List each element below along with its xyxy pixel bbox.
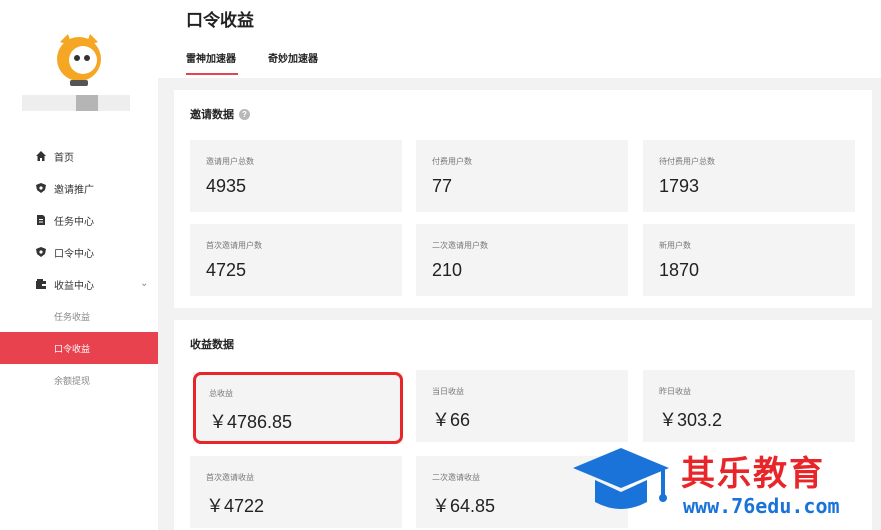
- sidebar-item-tasks[interactable]: 任务中心: [0, 204, 158, 236]
- stat-tile: 首次邀请收益 ￥4722: [190, 456, 402, 528]
- username-redacted: [22, 95, 130, 111]
- stat-value: 77: [432, 176, 453, 196]
- stat-tile: 二次邀请用户数 210: [416, 224, 628, 296]
- sidebar-nav: 首页 邀请推广 任务中心 口令中心 收益中心 ⌄ 任务收益 口令收益 余额提现: [0, 140, 158, 396]
- document-icon: [37, 215, 45, 225]
- card-title-text: 收益数据: [190, 339, 234, 351]
- stat-value: ￥303.2: [659, 410, 723, 430]
- card-title-text: 邀请数据: [190, 109, 234, 121]
- stat-label: 付费用户数: [432, 157, 472, 166]
- sidebar-item-label: 口令中心: [54, 248, 94, 260]
- stat-label: 邀请用户总数: [206, 157, 254, 166]
- tab-leishen[interactable]: 雷神加速器: [186, 50, 238, 75]
- watermark-brand: 其乐教育: [681, 454, 825, 494]
- stat-label: 昨日收益: [659, 387, 691, 396]
- graduation-cap-icon: [573, 448, 669, 509]
- stat-label: 待付费用户总数: [659, 157, 715, 166]
- stat-tile: 首次邀请用户数 4725: [190, 224, 402, 296]
- stat-tile: 新用户数 1870: [643, 224, 855, 296]
- wallet-icon: [36, 279, 46, 289]
- highlight-box: [193, 372, 403, 444]
- card-title: 邀请数据 ?: [190, 106, 250, 122]
- watermark: 其乐教育 www.76edu.com: [565, 440, 881, 530]
- stat-label: 二次邀请用户数: [432, 241, 488, 250]
- card-title: 收益数据: [190, 336, 234, 352]
- stat-label: 首次邀请收益: [206, 473, 254, 482]
- stat-label: 新用户数: [659, 241, 691, 250]
- shield-icon: [36, 247, 46, 257]
- sidebar-subitem-withdraw[interactable]: 余额提现: [0, 364, 158, 396]
- shield-icon: [36, 183, 46, 193]
- stat-value: 1793: [659, 176, 700, 196]
- watermark-url: www.76edu.com: [683, 494, 840, 518]
- stat-value: ￥64.85: [432, 496, 496, 516]
- help-icon[interactable]: ?: [239, 108, 250, 120]
- tab-qimiao[interactable]: 奇妙加速器: [268, 50, 318, 75]
- stat-value: 4935: [206, 176, 247, 196]
- stat-tile: 当日收益 ￥66: [416, 370, 628, 442]
- stat-label: 二次邀请收益: [432, 473, 480, 482]
- home-icon: [36, 151, 46, 161]
- stat-label: 当日收益: [432, 387, 464, 396]
- sidebar-subitem-task-income[interactable]: 任务收益: [0, 300, 158, 332]
- stat-value: ￥4722: [206, 496, 265, 516]
- chevron-down-icon[interactable]: ⌄: [140, 278, 148, 289]
- sidebar-item-label: 邀请推广: [54, 184, 94, 196]
- stat-value: ￥66: [432, 410, 471, 430]
- sidebar-item-income-center[interactable]: 收益中心 ⌄: [0, 268, 158, 300]
- stat-tile: 付费用户数 77: [416, 140, 628, 212]
- stat-tile: 昨日收益 ￥303.2: [643, 370, 855, 442]
- stat-value: 4725: [206, 260, 247, 280]
- sidebar-item-label: 首页: [54, 152, 74, 164]
- stat-label: 首次邀请用户数: [206, 241, 262, 250]
- sidebar-item-invite[interactable]: 邀请推广: [0, 172, 158, 204]
- page-title: 口令收益: [186, 11, 254, 30]
- stat-tile: 待付费用户总数 1793: [643, 140, 855, 212]
- page-header: 口令收益 雷神加速器 奇妙加速器: [158, 0, 881, 78]
- sidebar-item-home[interactable]: 首页: [0, 140, 158, 172]
- stat-value: 210: [432, 260, 463, 280]
- sidebar-item-label: 收益中心: [54, 280, 94, 292]
- stat-value: 1870: [659, 260, 700, 280]
- sidebar-subitem-code-income[interactable]: 口令收益: [0, 332, 158, 364]
- stat-tile: 邀请用户总数 4935: [190, 140, 402, 212]
- sidebar-item-label: 任务中心: [54, 216, 94, 228]
- avatar[interactable]: [50, 30, 108, 88]
- sidebar: 首页 邀请推广 任务中心 口令中心 收益中心 ⌄ 任务收益 口令收益 余额提现: [0, 0, 158, 530]
- sidebar-item-code-center[interactable]: 口令中心: [0, 236, 158, 268]
- tab-bar: 雷神加速器 奇妙加速器: [186, 50, 350, 75]
